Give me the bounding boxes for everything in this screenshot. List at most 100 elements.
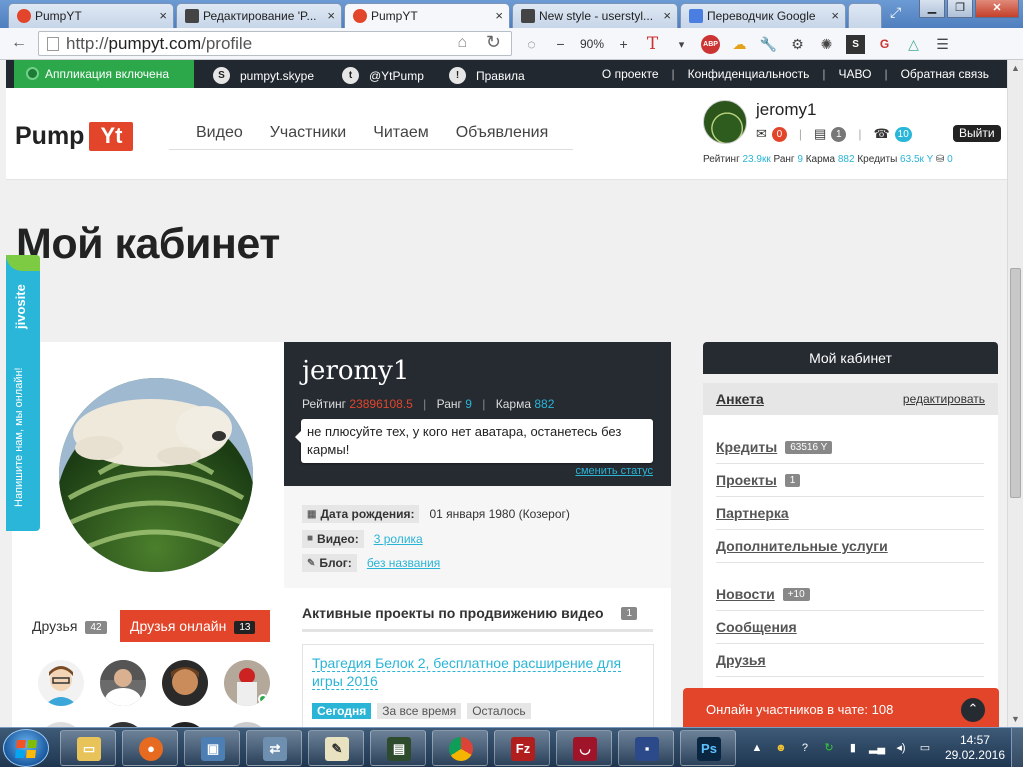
privacy-link[interactable]: Конфиденциальность	[688, 67, 810, 81]
stylish-icon[interactable]: S	[846, 34, 866, 54]
sidebar-item-credits[interactable]: Кредиты 63516 Y	[716, 431, 984, 464]
tab-friends[interactable]: Друзья 42	[22, 610, 120, 642]
notifications-icon[interactable]: ☎	[873, 126, 889, 142]
friend-avatar[interactable]	[100, 660, 146, 706]
taskbar-explorer[interactable]: ▭	[60, 730, 116, 766]
feedback-link[interactable]: Обратная связь	[901, 67, 989, 81]
volume-icon[interactable]: ◂)	[893, 740, 909, 756]
friend-avatar[interactable]	[162, 660, 208, 706]
friend-avatar[interactable]	[224, 660, 270, 706]
new-tab-button[interactable]	[848, 3, 882, 28]
site-logo[interactable]: Pump Yt	[15, 122, 134, 151]
sidebar-item-anketa[interactable]: Анкета	[716, 391, 764, 407]
drive-icon[interactable]: △	[904, 35, 923, 54]
profile-avatar[interactable]	[59, 378, 253, 572]
logout-button[interactable]: Выйти	[953, 125, 1001, 142]
address-bar[interactable]: http://pumpyt.com/profile ⌂ ↻	[38, 31, 512, 56]
user-name[interactable]: jeromy1	[756, 100, 816, 120]
blog-link[interactable]: без названия	[367, 556, 440, 570]
maximize-icon[interactable]: ❐	[947, 0, 973, 18]
docs-icon[interactable]: ▤	[814, 126, 826, 142]
tray-up-icon[interactable]: ▲	[749, 740, 765, 756]
taskbar-photoshop[interactable]: Ps	[680, 730, 736, 766]
home-icon[interactable]: ⌂	[457, 34, 467, 52]
close-tab-icon[interactable]: ×	[327, 8, 335, 23]
sidebar-item-messages[interactable]: Сообщения	[716, 611, 984, 644]
close-tab-icon[interactable]: ×	[831, 8, 839, 23]
zoom-out-icon[interactable]: −	[551, 35, 570, 54]
wrench-icon[interactable]: 🔧	[759, 35, 778, 54]
clock[interactable]: 14:57 29.02.2016	[945, 733, 1005, 763]
browser-tab-active[interactable]: PumpYT ×	[344, 3, 510, 29]
sync-icon[interactable]: ↻	[821, 740, 837, 756]
taskbar-notepad[interactable]: ✎	[308, 730, 364, 766]
chat-bar[interactable]: Онлайн участников в чате: 108 ⌃	[683, 688, 999, 727]
style-icon[interactable]: ▾	[672, 35, 691, 54]
adblock-icon[interactable]: ABP	[701, 34, 721, 54]
sidebar-item-projects[interactable]: Проекты 1	[716, 464, 984, 497]
gmail-icon[interactable]: G	[875, 35, 894, 54]
nav-ads[interactable]: Объявления	[429, 124, 549, 149]
scroll-up-icon[interactable]: ▲	[1011, 63, 1020, 73]
keyboard-icon[interactable]: ▭	[917, 740, 933, 756]
change-status-link[interactable]: сменить статус	[575, 465, 653, 477]
about-link[interactable]: О проекте	[602, 67, 659, 81]
chevron-up-icon[interactable]: ⌃	[961, 698, 985, 722]
close-tab-icon[interactable]: ×	[159, 8, 167, 23]
zoom-in-icon[interactable]: +	[614, 35, 633, 54]
browser-tab[interactable]: Редактирование 'P... ×	[176, 3, 342, 28]
minimize-icon[interactable]: ▁	[919, 0, 945, 18]
signal-icon[interactable]: ▂▄	[869, 740, 885, 756]
reload-icon[interactable]: ↻	[486, 32, 501, 53]
gear-icon[interactable]: ⚙	[788, 35, 807, 54]
skype-link[interactable]: S pumpyt.skype	[213, 67, 314, 84]
jivosite-widget[interactable]: jivosite Напишите нам, мы онлайн!	[6, 255, 40, 531]
sidebar-item-news[interactable]: Новости +10	[716, 578, 984, 611]
faq-link[interactable]: ЧАВО	[839, 67, 872, 81]
filter-all-time[interactable]: За все время	[377, 703, 462, 719]
filter-remaining[interactable]: Осталось	[467, 703, 531, 719]
taskbar-save[interactable]: ▪	[618, 730, 674, 766]
close-tab-icon[interactable]: ×	[495, 8, 503, 23]
browser-tab[interactable]: PumpYT ×	[8, 3, 174, 28]
taskbar-terminal[interactable]: ▤	[370, 730, 426, 766]
sidebar-item-friends[interactable]: Друзья	[716, 644, 984, 677]
nav-video[interactable]: Видео	[169, 124, 243, 149]
close-tab-icon[interactable]: ×	[663, 8, 671, 23]
edit-profile-link[interactable]: редактировать	[903, 392, 985, 406]
browser-tab[interactable]: Переводчик Google ×	[680, 3, 846, 28]
scroll-thumb[interactable]	[1010, 268, 1021, 498]
taskbar-firefox[interactable]: ●	[122, 730, 178, 766]
tray-app-icon[interactable]: ☻	[773, 740, 789, 756]
weather-icon[interactable]: ☁	[730, 35, 749, 54]
nav-members[interactable]: Участники	[243, 124, 346, 149]
tab-friends-online[interactable]: Друзья онлайн 13	[120, 610, 270, 642]
video-link[interactable]: 3 ролика	[374, 532, 423, 546]
page-scrollbar[interactable]: ▲ ▼	[1007, 60, 1023, 727]
taskbar-network[interactable]: ⇄	[246, 730, 302, 766]
app-status-badge[interactable]: Аппликация включена	[14, 60, 194, 88]
project-title-link[interactable]: Трагедия Белок 2, бесплатное расширение …	[312, 655, 622, 690]
device-icon[interactable]: ▮	[845, 740, 861, 756]
browser-tab[interactable]: New style - userstyl... ×	[512, 3, 678, 28]
sidebar-item-extra-services[interactable]: Дополнительные услуги	[716, 530, 984, 563]
settings-icon[interactable]: ✺	[817, 35, 836, 54]
close-window-icon[interactable]: ✕	[975, 0, 1019, 18]
friend-avatar[interactable]	[38, 660, 84, 706]
show-desktop-button[interactable]	[1011, 728, 1023, 767]
taskbar-chrome[interactable]	[432, 730, 488, 766]
avatar[interactable]	[703, 100, 747, 144]
back-arrow-icon[interactable]: ←	[11, 34, 27, 52]
menu-icon[interactable]: ☰	[933, 35, 952, 54]
expand-icon[interactable]: ⤢	[890, 4, 901, 21]
start-button[interactable]	[3, 729, 49, 767]
help-icon[interactable]: ?	[797, 740, 813, 756]
taskbar-wine[interactable]: ◡	[556, 730, 612, 766]
rules-link[interactable]: ! Правила	[449, 67, 525, 84]
nav-read[interactable]: Читаем	[346, 124, 429, 149]
taskbar-computer[interactable]: ▣	[184, 730, 240, 766]
taskbar-filezilla[interactable]: Fz	[494, 730, 550, 766]
twitter-link[interactable]: t @YtPump	[342, 67, 424, 84]
sidebar-item-partners[interactable]: Партнерка	[716, 497, 984, 530]
filter-today[interactable]: Сегодня	[312, 703, 372, 719]
